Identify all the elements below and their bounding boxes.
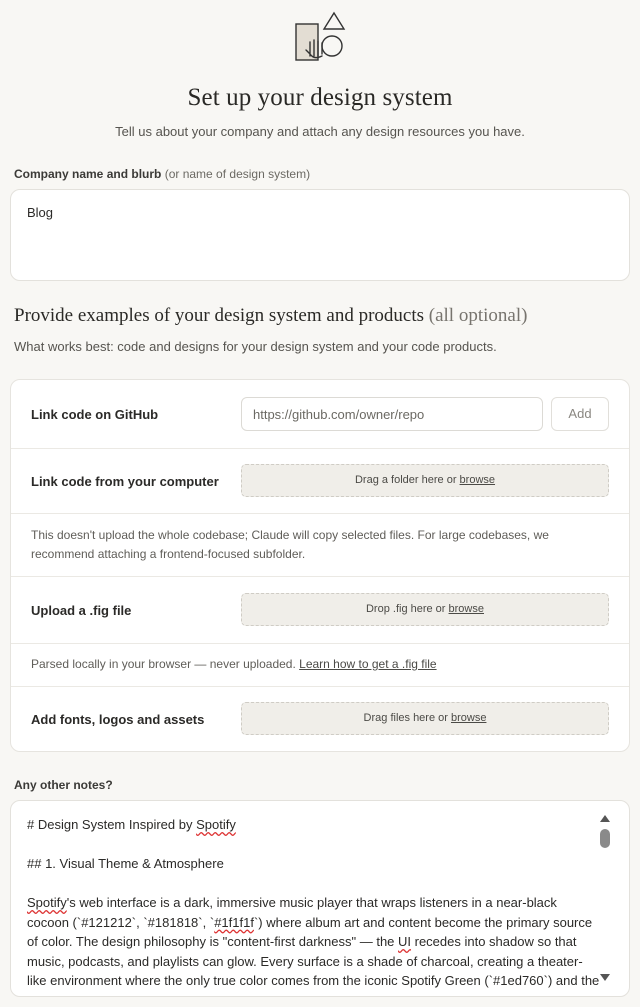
fig-note-text: Parsed locally in your browser — never u… [31,657,296,671]
notes-h1-brand: Spotify [196,817,236,832]
design-shapes-icon [295,11,346,61]
examples-title-text: Provide examples of your design system a… [14,305,425,326]
notes-textarea[interactable]: # Design System Inspired by Spotify ## 1… [10,800,630,997]
company-label-text: Company name and blurb [14,167,162,181]
fig-note: Parsed locally in your browser — never u… [31,655,437,674]
computer-label: Link code from your computer [31,474,219,489]
folder-dropzone[interactable]: Drag a folder here or browse [241,464,609,497]
scroll-down-arrow-icon[interactable] [600,974,610,981]
notes-heading-2: ## 1. Visual Theme & Atmosphere [27,856,224,871]
scroll-thumb[interactable] [600,829,610,848]
notes-h1-prefix: # Design System Inspired by [27,817,197,832]
github-label: Link code on GitHub [31,407,159,422]
notes-p1-a: Spotify [27,895,67,910]
company-value: Blog [27,205,54,220]
examples-title-optional: (all optional) [428,305,528,326]
assets-label: Add fonts, logos and assets [31,712,205,727]
fig-dropzone[interactable]: Drop .fig here or browse [241,593,609,626]
fig-browse-link[interactable]: browse [449,603,484,615]
notes-scrollbar[interactable] [599,815,611,981]
github-url-input[interactable] [241,397,543,431]
fig-drop-text: Drop .fig here or [365,603,446,615]
notes-paragraph: Spotify's web interface is a dark, immer… [27,893,602,991]
divider [11,643,629,644]
computer-note: This doesn't upload the whole codebase; … [31,528,549,561]
assets-dropzone[interactable]: Drag files here or browse [241,702,609,735]
company-label-hint: (or name of design system) [164,167,311,181]
examples-subtitle: What works best: code and designs for yo… [14,339,497,354]
page-title: Set up your design system [187,84,453,111]
fig-help-link[interactable]: Learn how to get a .fig file [299,657,436,671]
notes-p1-c: #1f1f1f [214,914,254,930]
company-label: Company name and blurb (or name of desig… [14,167,310,181]
divider [11,513,629,514]
fig-label: Upload a .fig file [31,603,132,618]
assets-drop-text: Drag files here or [363,712,448,724]
scroll-up-arrow-icon[interactable] [600,815,610,822]
computer-row: Link code from your computer Drag a fold… [11,449,629,513]
github-row: Link code on GitHub Add [11,380,629,448]
examples-title: Provide examples of your design system a… [14,305,527,327]
assets-browse-link[interactable]: browse [451,712,486,724]
assets-row: Add fonts, logos and assets Drag files h… [11,687,629,751]
notes-label: Any other notes? [14,778,113,792]
company-textarea[interactable]: Blog [10,189,630,281]
add-button[interactable]: Add [551,397,609,431]
notes-p1-e: UI [398,934,412,949]
notes-heading-1: # Design System Inspired by Spotify [27,815,602,835]
resources-card: Link code on GitHub Add Link code from y… [10,379,630,752]
fig-row: Upload a .fig file Drop .fig here or bro… [11,577,629,643]
notes-content: # Design System Inspired by Spotify ## 1… [27,815,602,996]
folder-drop-text: Drag a folder here or [354,474,457,486]
folder-browse-link[interactable]: browse [460,474,495,486]
page-subtitle: Tell us about your company and attach an… [115,124,525,139]
